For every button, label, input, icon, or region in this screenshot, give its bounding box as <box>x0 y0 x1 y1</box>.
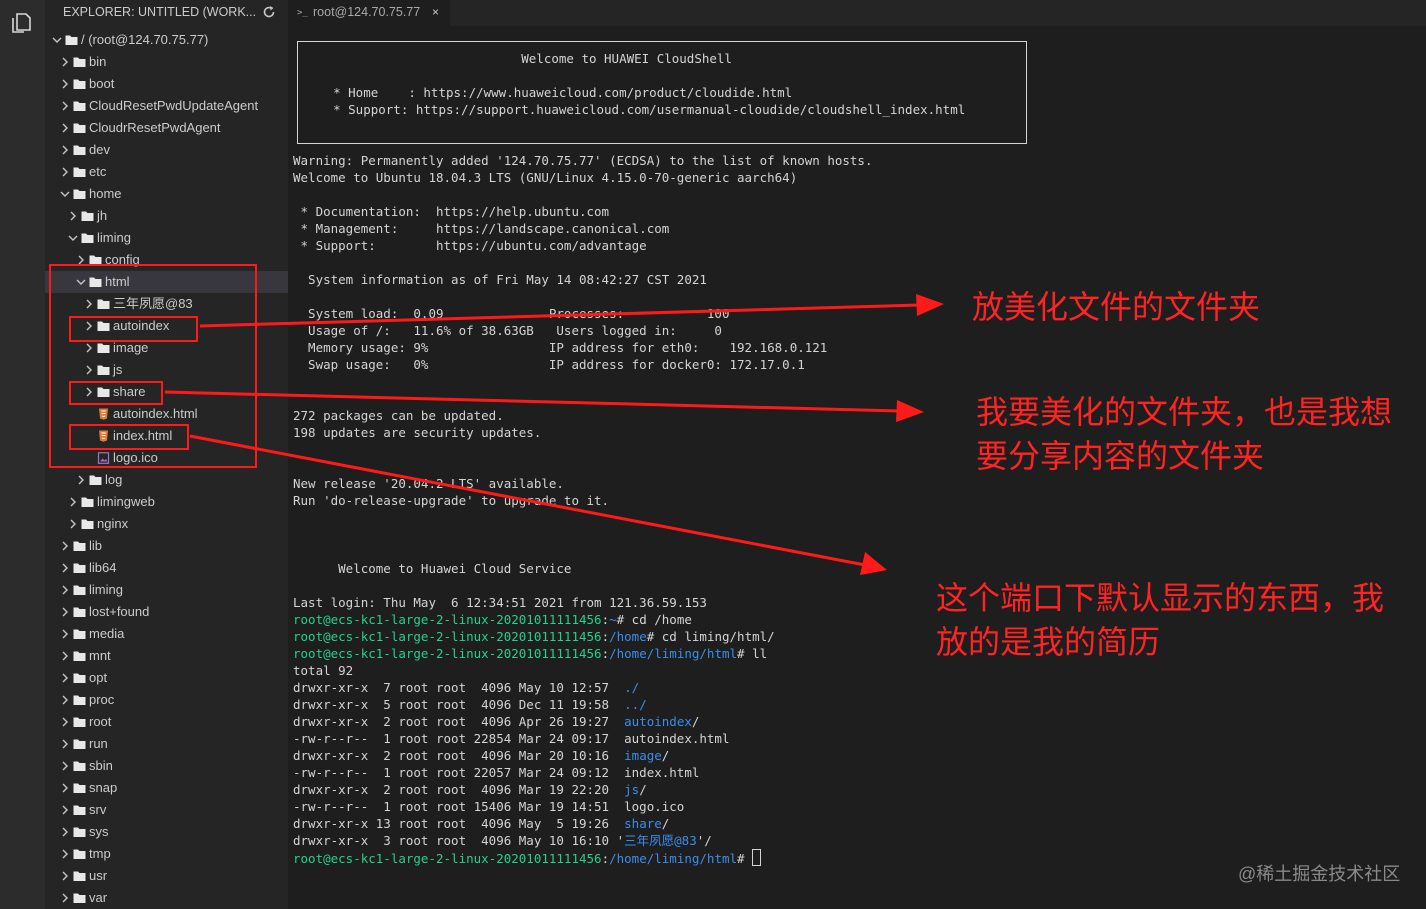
arrow-line-2 <box>164 390 901 413</box>
annotation-3: 这个端口下默认显示的东西，我 放的是我的简历 <box>936 576 1384 664</box>
watermark: @稀土掘金技术社区 <box>1238 864 1401 884</box>
arrow-line-1 <box>199 303 921 328</box>
arrow-line-3 <box>189 434 866 567</box>
arrow-head-2 <box>896 400 924 422</box>
arrow-head-3 <box>860 552 887 575</box>
annotation-3-line-1: 这个端口下默认显示的东西，我 <box>936 580 1385 616</box>
annotation-2-line-1: 我要美化的文件夹，也是我想 <box>976 394 1393 430</box>
annotation-2: 我要美化的文件夹，也是我想 要分享内容的文件夹 <box>976 390 1392 478</box>
annotation-3-line-2: 放的是我的简历 <box>936 624 1161 660</box>
arrow-head-1 <box>916 294 944 316</box>
annotation-1: 放美化文件的文件夹 <box>972 285 1260 329</box>
annotation-2-line-2: 要分享内容的文件夹 <box>976 438 1265 474</box>
annotation-1-line: 放美化文件的文件夹 <box>972 289 1261 325</box>
